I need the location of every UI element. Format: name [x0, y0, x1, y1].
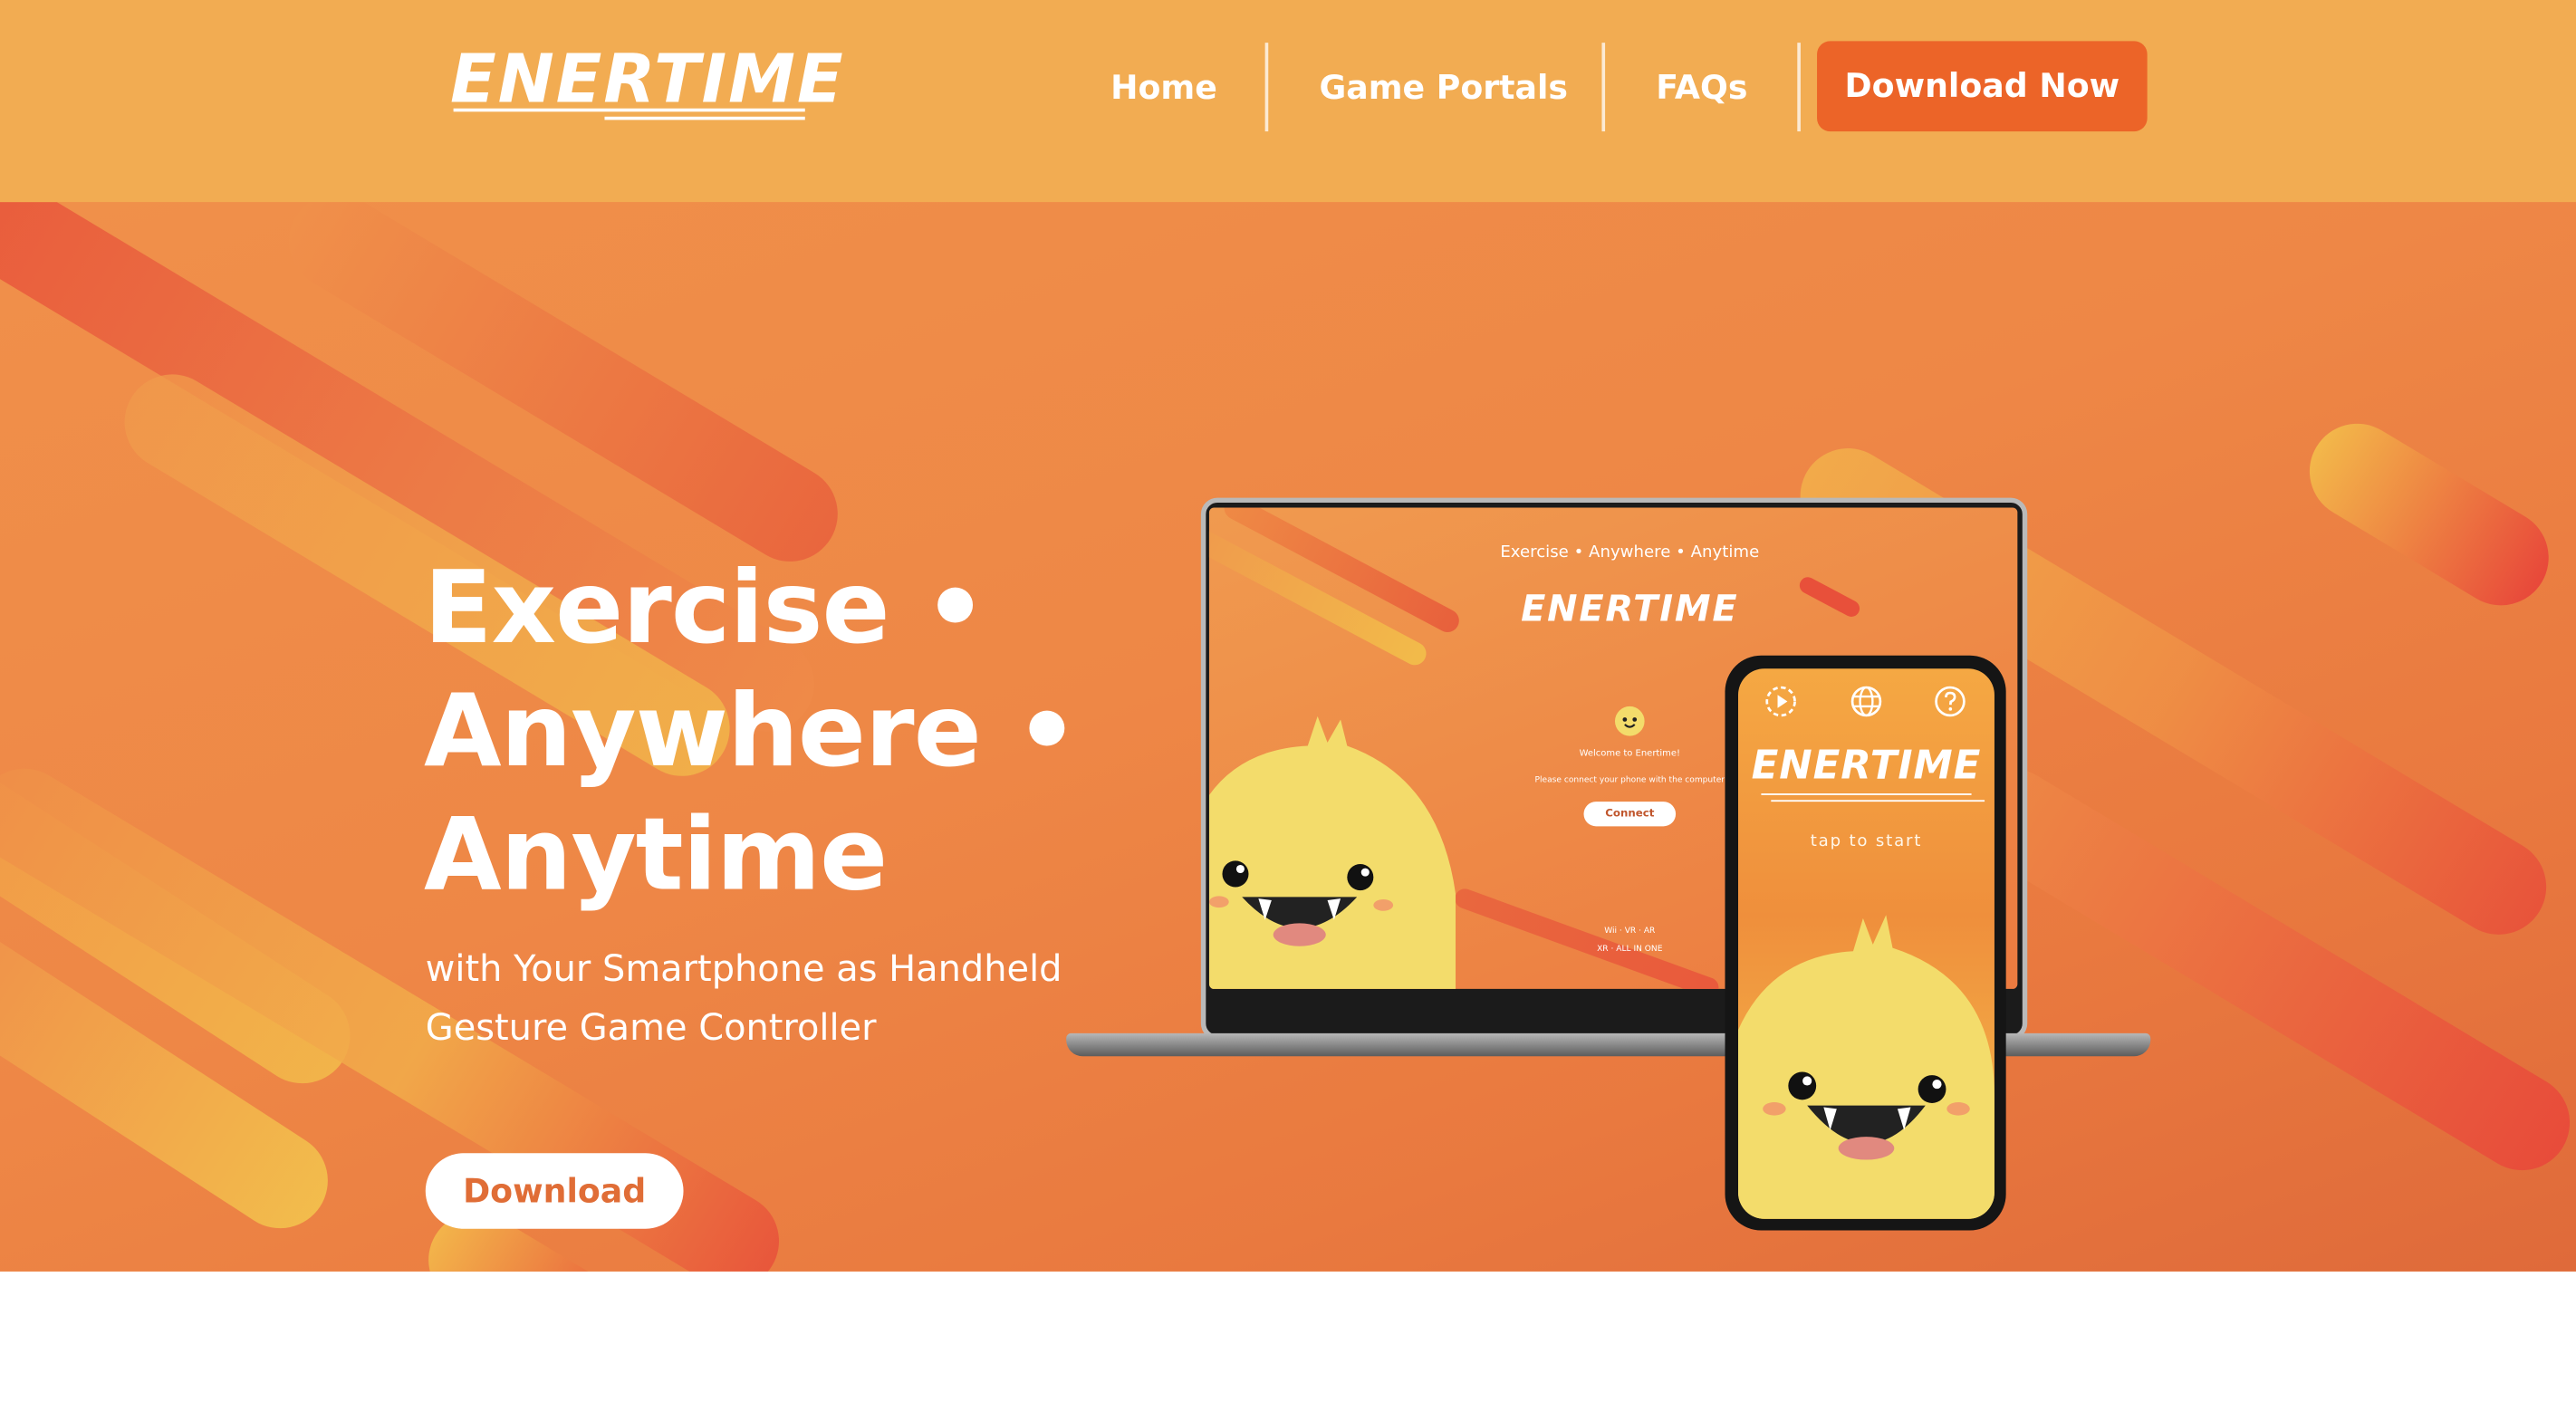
mascot-small-icon — [1614, 706, 1645, 736]
nav-divider — [1797, 43, 1801, 132]
hero-subtitle: with Your Smartphone as Handheld Gesture… — [425, 949, 1062, 1051]
decor-stripe — [2292, 406, 2567, 623]
phone-logo-underline — [1761, 793, 1972, 795]
phone-screen-logo: ENERTIME — [1751, 742, 1982, 789]
site-header: ENERTIME Home Game Portals FAQs Download… — [0, 0, 2576, 203]
laptop-screen-logo: ENERTIME — [1521, 590, 1739, 631]
hero-title-line: Anytime — [423, 796, 888, 914]
laptop-footer-line: Wii · VR · AR — [1604, 926, 1656, 936]
hero-title-line: Anywhere • — [423, 673, 1079, 791]
brand-logo-text: ENERTIME — [449, 39, 845, 119]
nav-faqs[interactable]: FAQs — [1656, 62, 1747, 111]
phone-screen: ENERTIME tap to start — [1738, 668, 1994, 1219]
logo-underline — [604, 116, 805, 120]
brand-logo[interactable]: ENERTIME — [447, 40, 843, 132]
phone-tap-prompt[interactable]: tap to start — [1784, 833, 1948, 851]
laptop-tagline: Exercise • Anywhere • Anytime — [1500, 543, 1760, 562]
page: Exercise • Anywhere • Anytime with Your … — [0, 0, 2576, 1272]
hero-title: Exercise • Anywhere • Anytime — [424, 547, 1179, 917]
globe-icon[interactable] — [1850, 685, 1882, 717]
decor-stripe — [1452, 886, 1722, 989]
mascot-illustration — [1208, 715, 1456, 989]
laptop-instruction-text: Please connect your phone with the compu… — [1534, 775, 1725, 785]
laptop-connect-button[interactable]: Connect — [1583, 802, 1677, 827]
nav-divider — [1264, 43, 1268, 132]
laptop-footer-line: XR · ALL IN ONE — [1597, 944, 1663, 955]
decor-stripe — [1946, 751, 2576, 1188]
play-icon[interactable] — [1764, 685, 1797, 717]
download-now-button[interactable]: Download Now — [1817, 41, 2148, 132]
help-icon[interactable] — [1934, 685, 1966, 717]
hero-section: Exercise • Anywhere • Anytime with Your … — [0, 202, 2576, 1272]
nav-divider — [1601, 43, 1605, 132]
mascot-illustration — [1738, 915, 1994, 1219]
hero-title-line: Exercise • — [423, 550, 987, 667]
nav-game-portals[interactable]: Game Portals — [1319, 62, 1568, 111]
nav-home[interactable]: Home — [1110, 62, 1217, 111]
decor-stripe — [1796, 574, 1863, 620]
hero-download-button[interactable]: Download — [425, 1153, 684, 1229]
laptop-welcome-text: Welcome to Enertime! — [1579, 749, 1680, 759]
logo-underline — [453, 108, 805, 112]
phone-logo-underline — [1771, 800, 1985, 802]
